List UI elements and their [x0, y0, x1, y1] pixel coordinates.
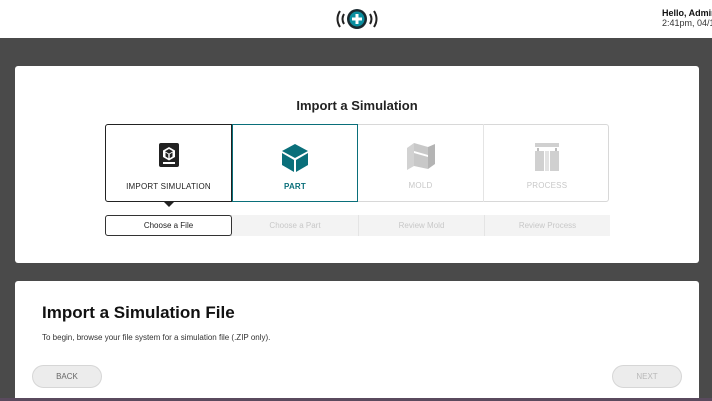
step-import-simulation[interactable]: IMPORT SIMULATION — [105, 124, 232, 207]
subtab-choose-part[interactable]: Choose a Part — [232, 215, 358, 236]
wizard-subtabs: Choose a File Choose a Part Review Mold … — [105, 215, 610, 236]
mold-block-icon — [406, 143, 435, 170]
step-label: PART — [284, 182, 306, 191]
user-greeting[interactable]: Hello, Admin 2:41pm, 04/1 — [662, 8, 712, 28]
step-label: IMPORT SIMULATION — [126, 182, 211, 191]
greeting-text: Hello, Admin — [662, 8, 712, 18]
top-bar: Hello, Admin 2:41pm, 04/1 — [0, 0, 712, 38]
content-card: Import a Simulation File To begin, brows… — [15, 281, 699, 401]
step-process[interactable]: PROCESS — [484, 124, 610, 202]
subtab-choose-file[interactable]: Choose a File — [105, 215, 232, 236]
step-label: MOLD — [408, 181, 433, 190]
section-title: Import a Simulation File — [42, 303, 235, 322]
subtab-review-mold[interactable]: Review Mold — [358, 215, 484, 236]
datetime-text: 2:41pm, 04/1 — [662, 18, 712, 28]
wizard-title: Import a Simulation — [296, 98, 418, 113]
cube-icon — [282, 144, 308, 172]
step-part[interactable]: PART — [232, 124, 358, 202]
step-pointer — [164, 202, 174, 207]
process-icon — [535, 143, 559, 171]
subtab-review-process[interactable]: Review Process — [484, 215, 610, 236]
file-cube-icon — [158, 143, 179, 167]
section-description: To begin, browse your file system for a … — [42, 333, 271, 342]
plus-circle-broadcast-icon[interactable] — [334, 5, 380, 33]
wizard-card: Import a Simulation IMPORT SIMULATION PA… — [15, 66, 699, 263]
next-button[interactable]: NEXT — [612, 365, 682, 388]
step-label: PROCESS — [526, 181, 568, 190]
back-button[interactable]: BACK — [32, 365, 102, 388]
step-mold[interactable]: MOLD — [358, 124, 484, 202]
wizard-steps: IMPORT SIMULATION PART MOLD PROCESS — [105, 124, 610, 207]
